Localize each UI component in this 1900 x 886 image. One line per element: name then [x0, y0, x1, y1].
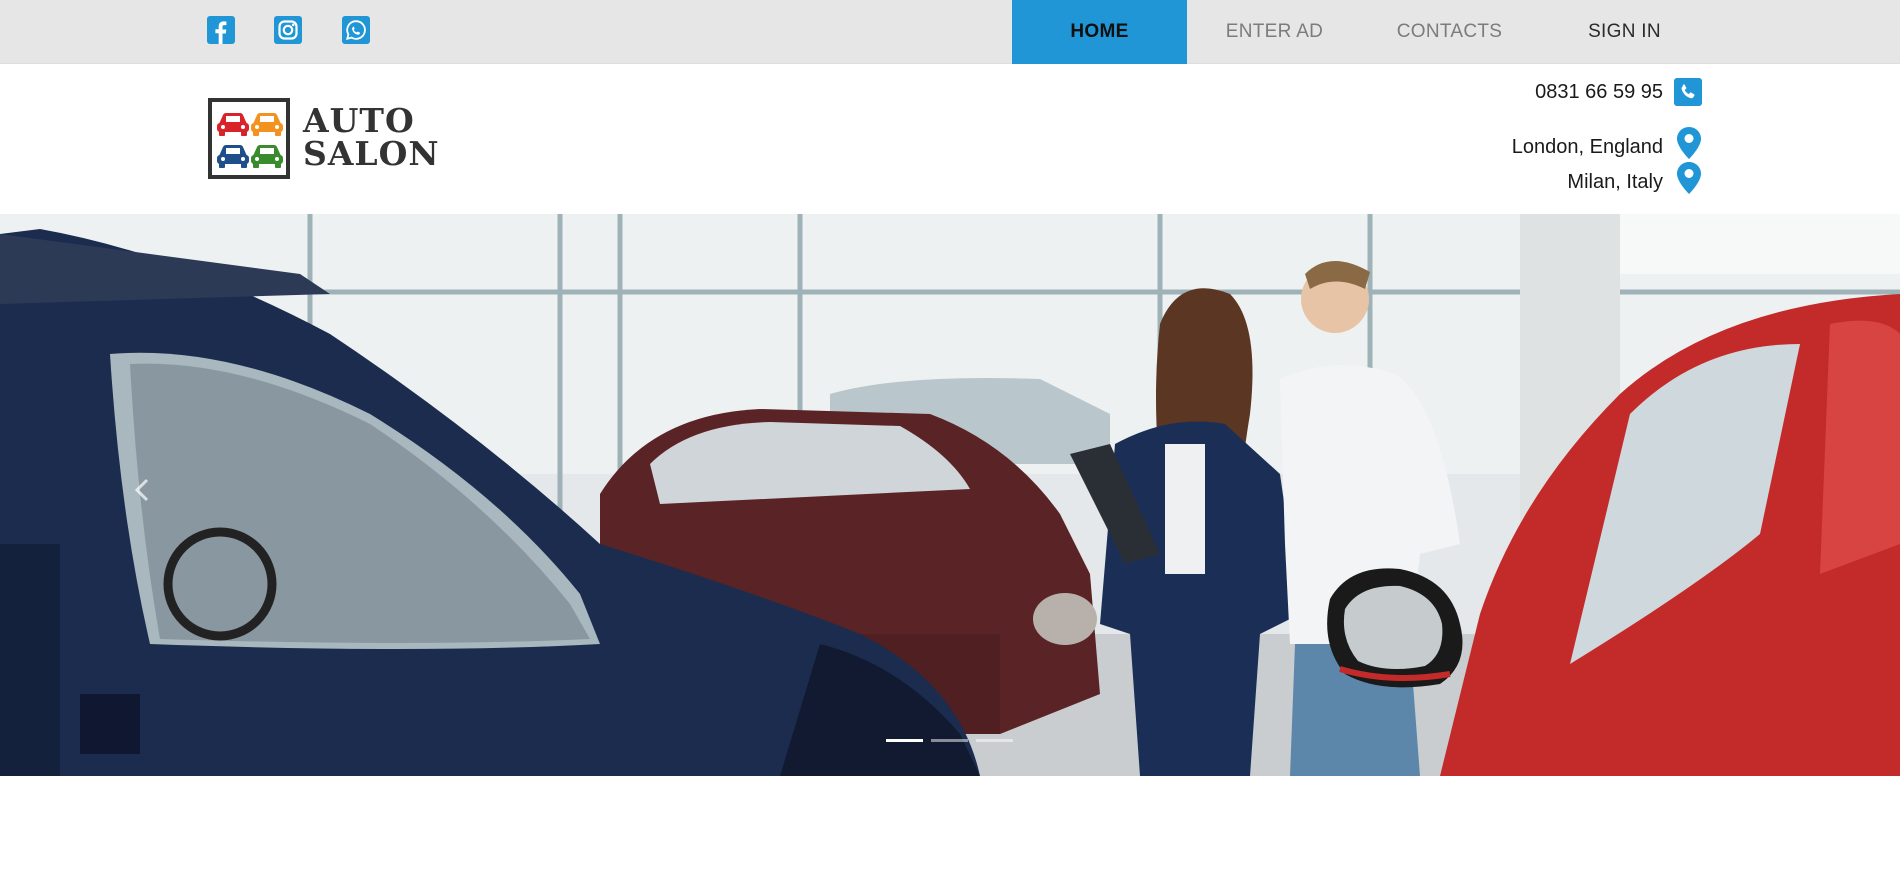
logo-line-1: AUTO [303, 101, 415, 140]
carousel-indicator-1[interactable] [886, 739, 923, 742]
carousel-indicators [886, 739, 1013, 742]
nav-contacts[interactable]: CONTACTS [1362, 0, 1537, 64]
header: AUTO SALON 0831 66 59 95 London, England… [0, 64, 1900, 214]
logo-cars-emblem [208, 98, 290, 179]
logo-text: AUTO SALON [303, 104, 440, 170]
logo[interactable]: AUTO SALON [203, 88, 448, 188]
whatsapp-icon[interactable] [342, 16, 370, 44]
nav-enter-ad[interactable]: ENTER AD [1187, 0, 1362, 64]
nav-home[interactable]: HOME [1012, 0, 1187, 64]
carousel-indicator-3[interactable] [976, 739, 1013, 742]
facebook-icon[interactable] [207, 16, 235, 44]
instagram-icon[interactable] [274, 16, 302, 44]
hero-carousel [0, 214, 1900, 776]
top-bar: HOME ENTER AD CONTACTS SIGN IN [0, 0, 1900, 64]
location-milan: Milan, Italy [1567, 171, 1663, 193]
carousel-prev-icon[interactable] [128, 475, 158, 505]
carousel-indicator-2[interactable] [931, 739, 968, 742]
location-london: London, England [1511, 136, 1663, 158]
logo-line-2: SALON [303, 134, 440, 173]
hero-showroom-image [0, 214, 1900, 776]
phone-number[interactable]: 0831 66 59 95 [1535, 81, 1663, 104]
location-pin-icon [1677, 127, 1701, 159]
location-pin-icon [1677, 162, 1701, 194]
phone-icon [1674, 78, 1702, 106]
nav-sign-in[interactable]: SIGN IN [1537, 0, 1712, 64]
